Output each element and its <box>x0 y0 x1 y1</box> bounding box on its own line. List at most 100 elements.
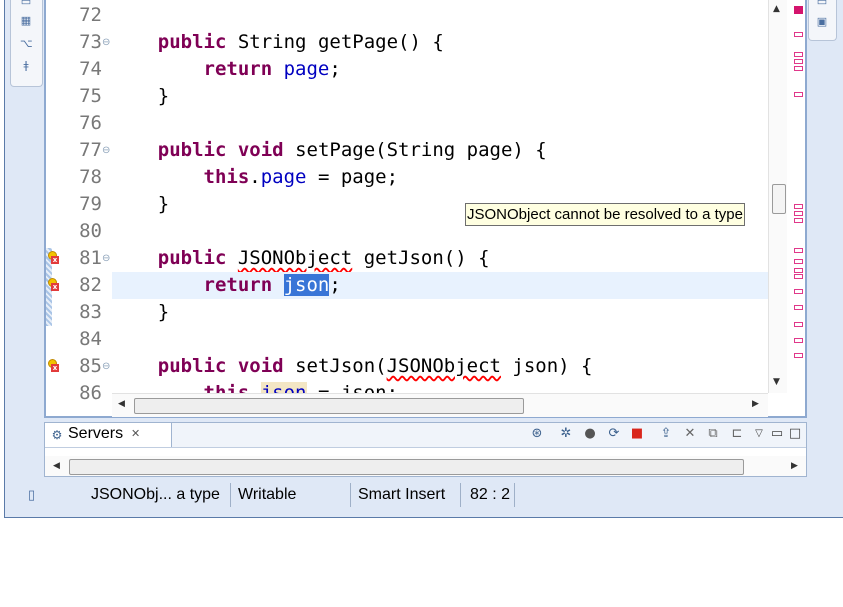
punct: ; <box>329 58 341 80</box>
start-icon[interactable]: ● <box>582 426 598 442</box>
error-lightbulb-icon[interactable]: x <box>48 359 59 373</box>
disconnect-icon[interactable]: ✕ <box>682 426 698 442</box>
code-line-83: } <box>112 299 768 326</box>
scroll-left-arrow-icon[interactable]: ◀ <box>53 461 60 471</box>
status-separator <box>514 483 515 507</box>
hierarchy-icon[interactable]: ▦ <box>20 15 32 27</box>
status-separator <box>460 483 461 507</box>
servers-icon: ⚙ <box>51 428 63 442</box>
fold-collapse-icon[interactable]: ⊖ <box>102 353 112 380</box>
scroll-right-arrow-icon[interactable]: ▶ <box>752 399 759 409</box>
overview-marker[interactable] <box>794 274 803 279</box>
line-number: 86 <box>79 382 102 404</box>
scroll-down-arrow-icon[interactable]: ▼ <box>773 377 780 387</box>
error-lightbulb-icon[interactable]: x <box>48 251 59 265</box>
keyword: void <box>237 139 284 161</box>
console-icon[interactable]: ▣ <box>816 16 828 28</box>
code-line-86: this.json = json; <box>112 380 768 393</box>
overview-marker[interactable] <box>794 66 803 71</box>
overview-marker[interactable] <box>794 259 803 264</box>
fold-collapse-icon[interactable]: ⊖ <box>102 245 112 272</box>
line-number: 76 <box>79 112 102 134</box>
error-type-name[interactable]: JSONObject <box>238 247 352 269</box>
scrollbar-thumb[interactable] <box>134 398 524 414</box>
tab-servers[interactable]: ⚙ Servers ✕ <box>45 423 172 447</box>
scroll-left-arrow-icon[interactable]: ◀ <box>118 399 125 409</box>
minimize-icon[interactable]: ▭ <box>769 426 785 442</box>
collapse-icon[interactable]: ⊛ <box>529 426 545 442</box>
selected-text[interactable]: json <box>283 274 330 296</box>
open-folder-icon[interactable]: ⊏ <box>729 426 745 442</box>
tree-icon[interactable]: ǂ <box>20 60 32 72</box>
scroll-right-arrow-icon[interactable]: ▶ <box>791 461 798 471</box>
line-number: 83 <box>79 301 102 323</box>
publish-icon[interactable]: ⇪ <box>658 426 674 442</box>
field-ref: page <box>283 58 330 80</box>
error-lightbulb-icon[interactable]: x <box>48 278 59 292</box>
occurrence-highlight: json <box>260 382 307 393</box>
scroll-up-arrow-icon[interactable]: ▲ <box>773 4 780 14</box>
fold-collapse-icon[interactable]: ⊖ <box>102 137 112 164</box>
outline-icon[interactable]: ⌥ <box>20 38 33 50</box>
overview-marker[interactable] <box>794 305 803 310</box>
code-line-82-current: return json; <box>112 272 768 299</box>
status-insert-mode: Smart Insert <box>358 486 446 503</box>
method-signature: setJson( <box>295 355 387 377</box>
error-type-name[interactable]: JSONObject <box>387 355 501 377</box>
keyword: public <box>157 355 227 377</box>
line-number: 81 <box>79 247 102 269</box>
view-menu-chevron-down-icon[interactable]: ▽ <box>751 426 767 442</box>
servers-horizontal-scrollbar[interactable]: ◀ ▶ <box>45 456 806 476</box>
overview-marker[interactable] <box>794 322 803 327</box>
scrollbar-thumb[interactable] <box>69 459 744 475</box>
line-number: 73 <box>79 31 102 53</box>
fold-collapse-icon[interactable]: ⊖ <box>102 29 112 56</box>
line-number: 78 <box>79 166 102 188</box>
fast-view-icon[interactable]: ▯ <box>28 481 35 509</box>
view-icon[interactable]: ▭ <box>816 0 828 8</box>
overview-marker[interactable] <box>794 211 803 216</box>
keyword: void <box>237 355 284 377</box>
overview-marker[interactable] <box>794 92 803 97</box>
method-signature: json) { <box>500 355 593 377</box>
overview-marker[interactable] <box>794 52 803 57</box>
overview-marker[interactable] <box>794 204 803 209</box>
keyword: public <box>157 139 227 161</box>
editor-vertical-scrollbar[interactable]: ▲ ▼ <box>768 0 787 393</box>
keyword: return <box>203 58 273 80</box>
close-icon[interactable]: ✕ <box>131 427 140 440</box>
profile-icon[interactable]: ⟳ <box>606 426 622 442</box>
keyword: public <box>157 31 227 53</box>
error-hover-tooltip: JSONObject cannot be resolved to a type <box>465 203 745 226</box>
line-number: 75 <box>79 85 102 107</box>
punct: . <box>249 166 261 188</box>
overview-marker[interactable] <box>794 218 803 223</box>
overview-marker[interactable] <box>794 268 803 273</box>
status-message: JSONObj... a type <box>91 486 220 503</box>
line-number: 82 <box>79 274 102 296</box>
assignment: = json; <box>306 382 399 393</box>
overview-marker[interactable] <box>794 248 803 253</box>
field-ref: page <box>260 166 307 188</box>
keyword: return <box>203 274 273 296</box>
code-area[interactable]: public String getPage() { return page; }… <box>112 0 768 393</box>
scrollbar-thumb[interactable] <box>772 184 786 214</box>
copy-icon[interactable]: ⧉ <box>705 426 721 442</box>
punct: ; <box>329 274 341 296</box>
overview-marker[interactable] <box>794 338 803 343</box>
status-cursor-position: 82 : 2 <box>470 486 511 503</box>
overview-error-indicator[interactable] <box>794 6 803 14</box>
overview-marker[interactable] <box>794 353 803 358</box>
line-number: 77 <box>79 139 102 161</box>
maximize-icon[interactable]: □ <box>787 426 803 442</box>
debug-icon[interactable]: ✲ <box>558 426 574 442</box>
editor-horizontal-scrollbar[interactable]: ◀ ▶ <box>112 393 768 417</box>
view-icon[interactable]: ▭ <box>20 0 32 8</box>
overview-marker[interactable] <box>794 59 803 64</box>
punct: } <box>157 301 170 323</box>
stop-icon[interactable]: ■ <box>629 426 645 442</box>
method-signature: getPage() { <box>317 31 444 53</box>
method-signature: getJson() { <box>363 247 490 269</box>
overview-marker[interactable] <box>794 32 803 37</box>
overview-marker[interactable] <box>794 289 803 294</box>
